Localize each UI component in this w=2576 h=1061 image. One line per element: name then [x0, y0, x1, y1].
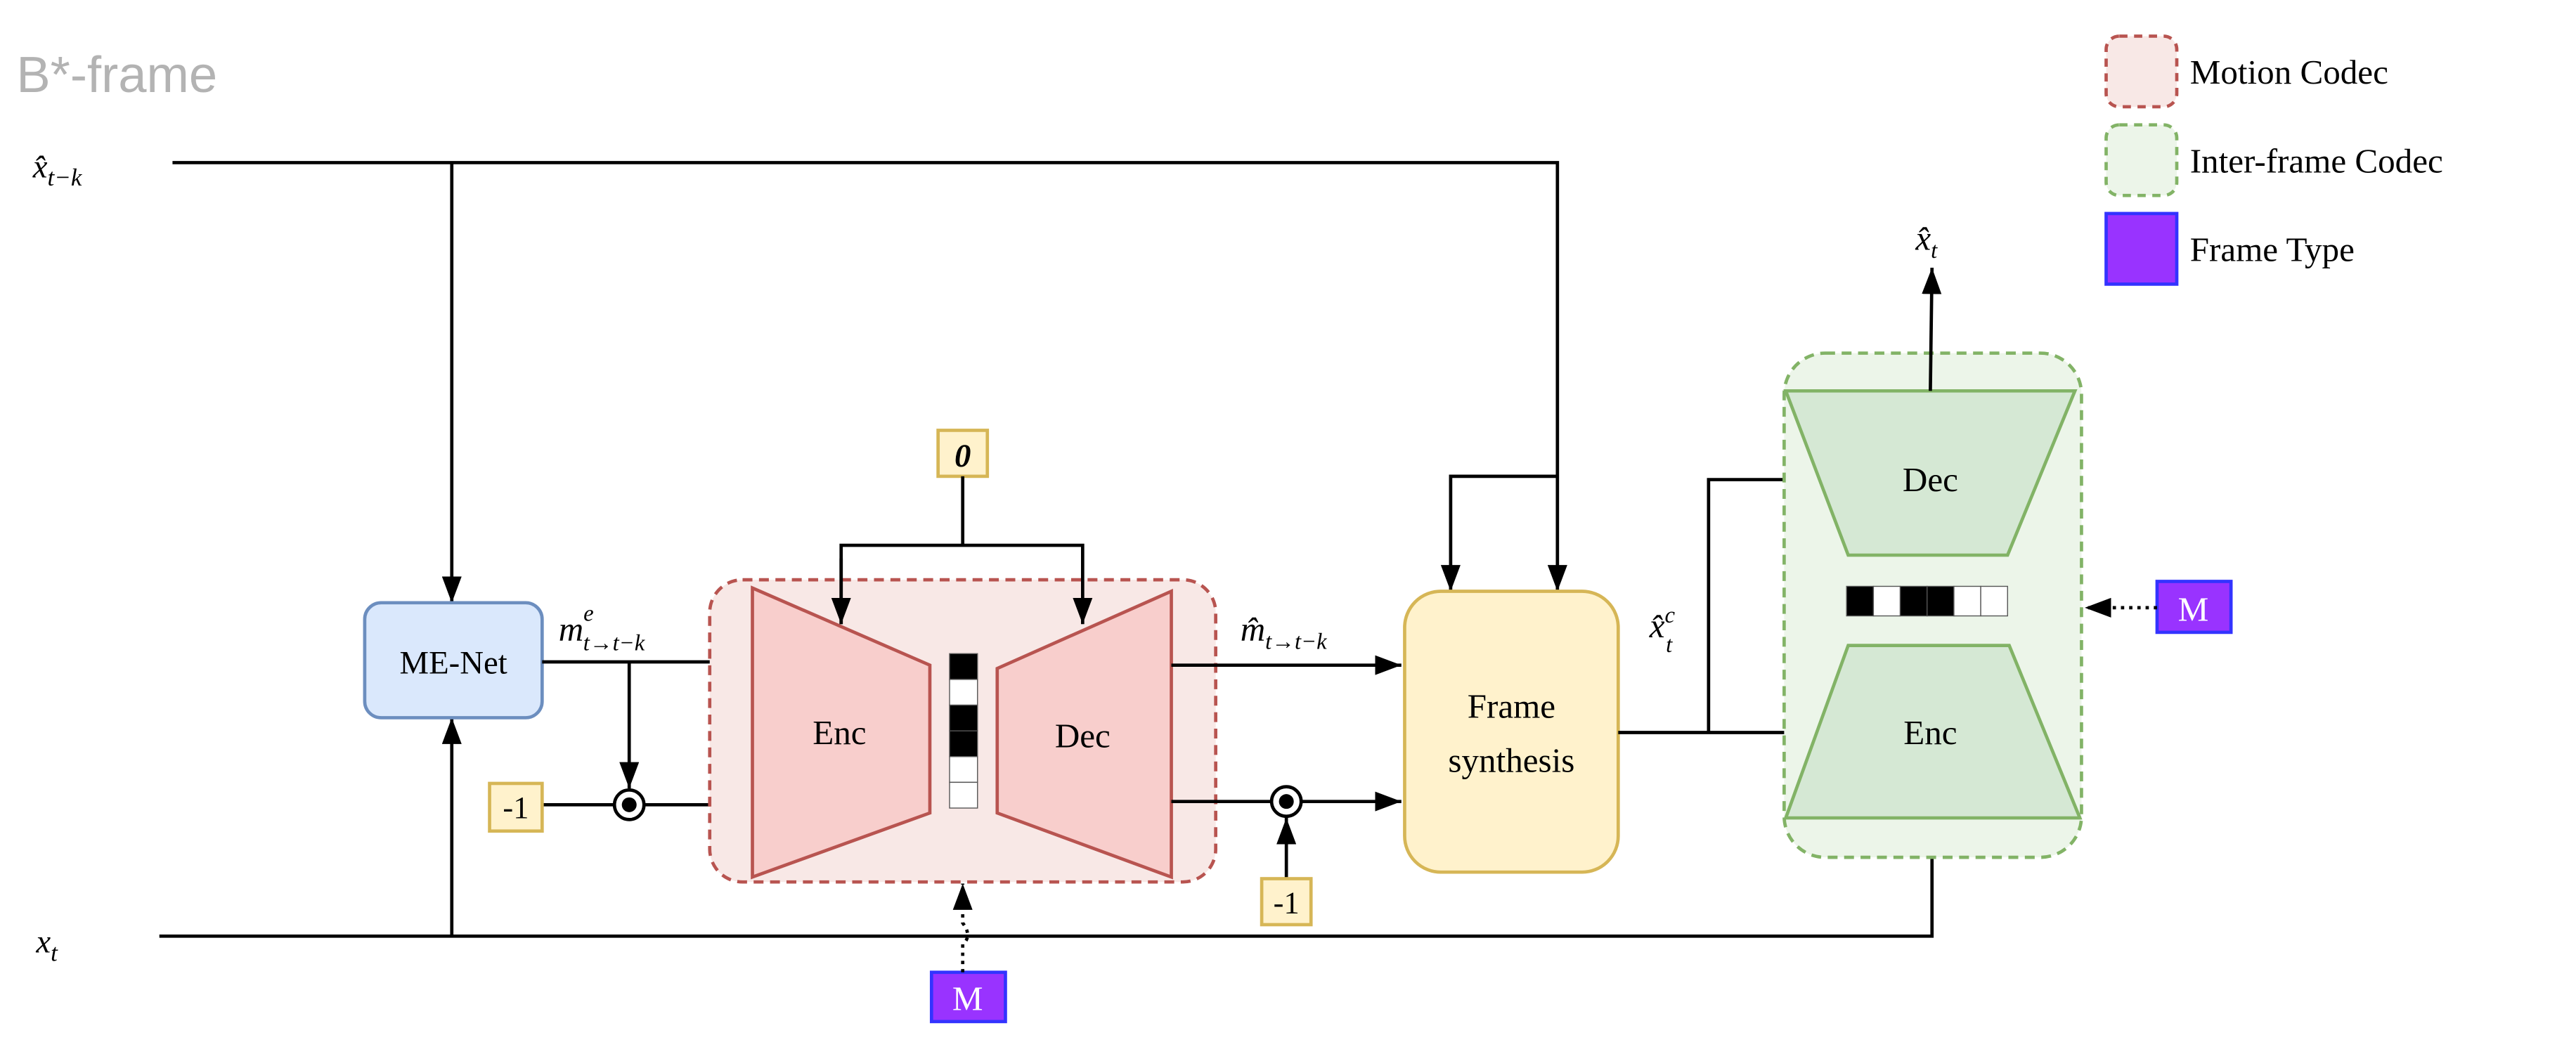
latent-cell [1846, 585, 1875, 617]
svg-text:Frame: Frame [1468, 686, 1555, 725]
latent-cell [1899, 585, 1928, 617]
motion-est-label: me t→t−k [559, 601, 645, 656]
latent-cell [1927, 585, 1955, 617]
svg-text:0: 0 [954, 438, 971, 474]
frame-synthesis-block: Frame synthesis [1403, 590, 1620, 874]
svg-text:M: M [2178, 590, 2209, 629]
legend-label: Frame Type [2190, 230, 2355, 269]
legend-item: Motion Codec [2104, 34, 2388, 109]
svg-text:Enc: Enc [1903, 713, 1957, 752]
latent-cell [1953, 585, 1981, 617]
latent-cell [1980, 585, 2008, 617]
inter-latent-bitstream [1846, 585, 2008, 617]
diagram: B*-frame x̂t−k xt ME-Net me t→t−k -1 Enc… [16, 34, 2443, 1024]
coarse-frame-label: x̂c t [1649, 603, 1676, 658]
latent-cell [949, 679, 978, 706]
latent-cell [949, 704, 978, 731]
legend: Motion Codec Inter-frame Codec Frame Type [2104, 34, 2443, 286]
neg-one-constant-a: -1 [488, 781, 544, 833]
svg-text:-1: -1 [503, 790, 529, 825]
hadamard-product-icon [612, 788, 646, 821]
latent-cell [949, 653, 978, 680]
motion-latent-bitstream [949, 653, 978, 809]
svg-text:Dec: Dec [1055, 717, 1111, 755]
svg-text:Enc: Enc [813, 713, 866, 752]
me-net-label: ME-Net [400, 644, 507, 681]
output-connector [1922, 267, 1942, 391]
latent-cell [949, 730, 978, 757]
legend-item: Inter-frame Codec [2104, 123, 2443, 197]
legend-item: Frame Type [2104, 211, 2355, 286]
legend-label: Motion Codec [2190, 53, 2388, 91]
svg-text:synthesis: synthesis [1448, 741, 1574, 780]
diagram-title: B*-frame [16, 46, 217, 103]
svg-text:-1: -1 [1274, 885, 1300, 920]
latent-cell [1872, 585, 1901, 617]
hadamard-product-icon [1269, 785, 1303, 819]
latent-cell [949, 756, 978, 783]
legend-swatch [2104, 34, 2179, 109]
cur-frame-label: xt [35, 924, 58, 967]
me-net-block: ME-Net [363, 601, 544, 720]
legend-label: Inter-frame Codec [2190, 141, 2443, 180]
legend-swatch [2104, 123, 2179, 197]
latent-cell [949, 781, 978, 809]
motion-rec-label: m̂t→t−k [1241, 610, 1327, 655]
ref-frame-label: x̂t−k [32, 148, 83, 191]
svg-text:Dec: Dec [1903, 460, 1958, 499]
legend-swatch [2104, 211, 2179, 286]
zero-constant: 0 [936, 429, 990, 479]
ref-frame-connector [172, 161, 1567, 603]
inter-mode-box: M [2155, 580, 2233, 634]
motion-mode-box: M [929, 970, 1007, 1024]
neg-one-constant-b: -1 [1260, 877, 1313, 927]
output-frame-label: x̂t [1915, 219, 1938, 263]
svg-text:M: M [952, 979, 983, 1018]
motion-mode-connector [952, 883, 973, 972]
